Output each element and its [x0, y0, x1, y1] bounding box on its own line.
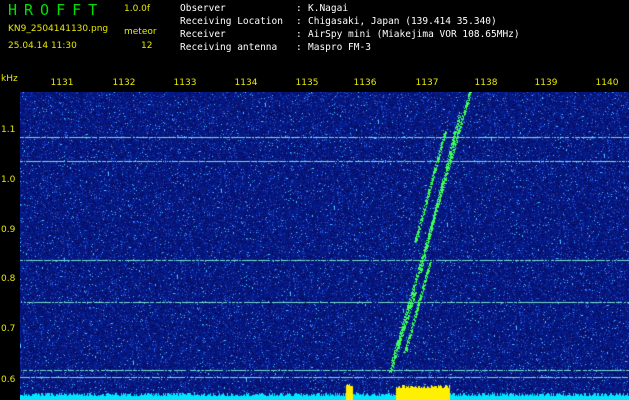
freq-tick-label: 1139 [534, 78, 558, 88]
freq-tick-label: 1134 [234, 78, 258, 88]
info-value: AirSpy mini (Miakejima VOR 108.65MHz) [308, 29, 520, 40]
y-tick-label: 1.1 [1, 125, 16, 135]
y-tick-label: 0.6 [1, 375, 16, 385]
time-axis: 1.1 1.0 0.9 0.8 0.7 0.6 [0, 92, 20, 400]
freq-tick-label: 1137 [415, 78, 439, 88]
info-key: Receiving Location [180, 16, 283, 27]
info-value: Chigasaki, Japan (139.414 35.340) [308, 16, 497, 27]
freq-tick-label: 1136 [353, 78, 377, 88]
freq-tick-label: 1132 [112, 78, 136, 88]
info-value: Maspro FM-3 [308, 42, 371, 53]
info-separator: : [296, 3, 302, 14]
info-key: Receiver [180, 29, 226, 40]
freq-tick-label: 1135 [295, 78, 319, 88]
freq-tick-label: 1140 [595, 78, 619, 88]
axis-unit-label: kHz [1, 74, 18, 84]
version-label: 1.0.0f [124, 4, 151, 14]
info-separator: : [296, 42, 302, 53]
freq-tick-label: 1133 [173, 78, 197, 88]
y-tick-label: 0.7 [1, 324, 16, 334]
header-panel: HROFFT 1.0.0f KN9_2504141130.png 25.04.1… [0, 0, 629, 72]
mode-label: meteor [124, 27, 157, 37]
info-separator: : [296, 29, 302, 40]
info-key: Receiving antenna [180, 42, 278, 53]
freq-tick-label: 1138 [474, 78, 498, 88]
spectrogram-display [20, 92, 629, 400]
info-value: K.Nagai [308, 3, 349, 14]
info-key: Observer [180, 3, 226, 14]
y-tick-label: 1.0 [1, 175, 16, 185]
frequency-axis: 1131 1132 1133 1134 1135 1136 1137 1138 … [20, 78, 629, 92]
app-title: HROFFT [8, 1, 105, 19]
freq-tick-label: 1131 [50, 78, 74, 88]
y-tick-label: 0.8 [1, 274, 16, 284]
info-separator: : [296, 16, 302, 27]
y-tick-label: 0.9 [1, 225, 16, 235]
mode-value: 12 [141, 41, 153, 51]
datetime-label: 25.04.14 11:30 [8, 41, 77, 51]
filename-label: KN9_2504141130.png [8, 24, 109, 34]
